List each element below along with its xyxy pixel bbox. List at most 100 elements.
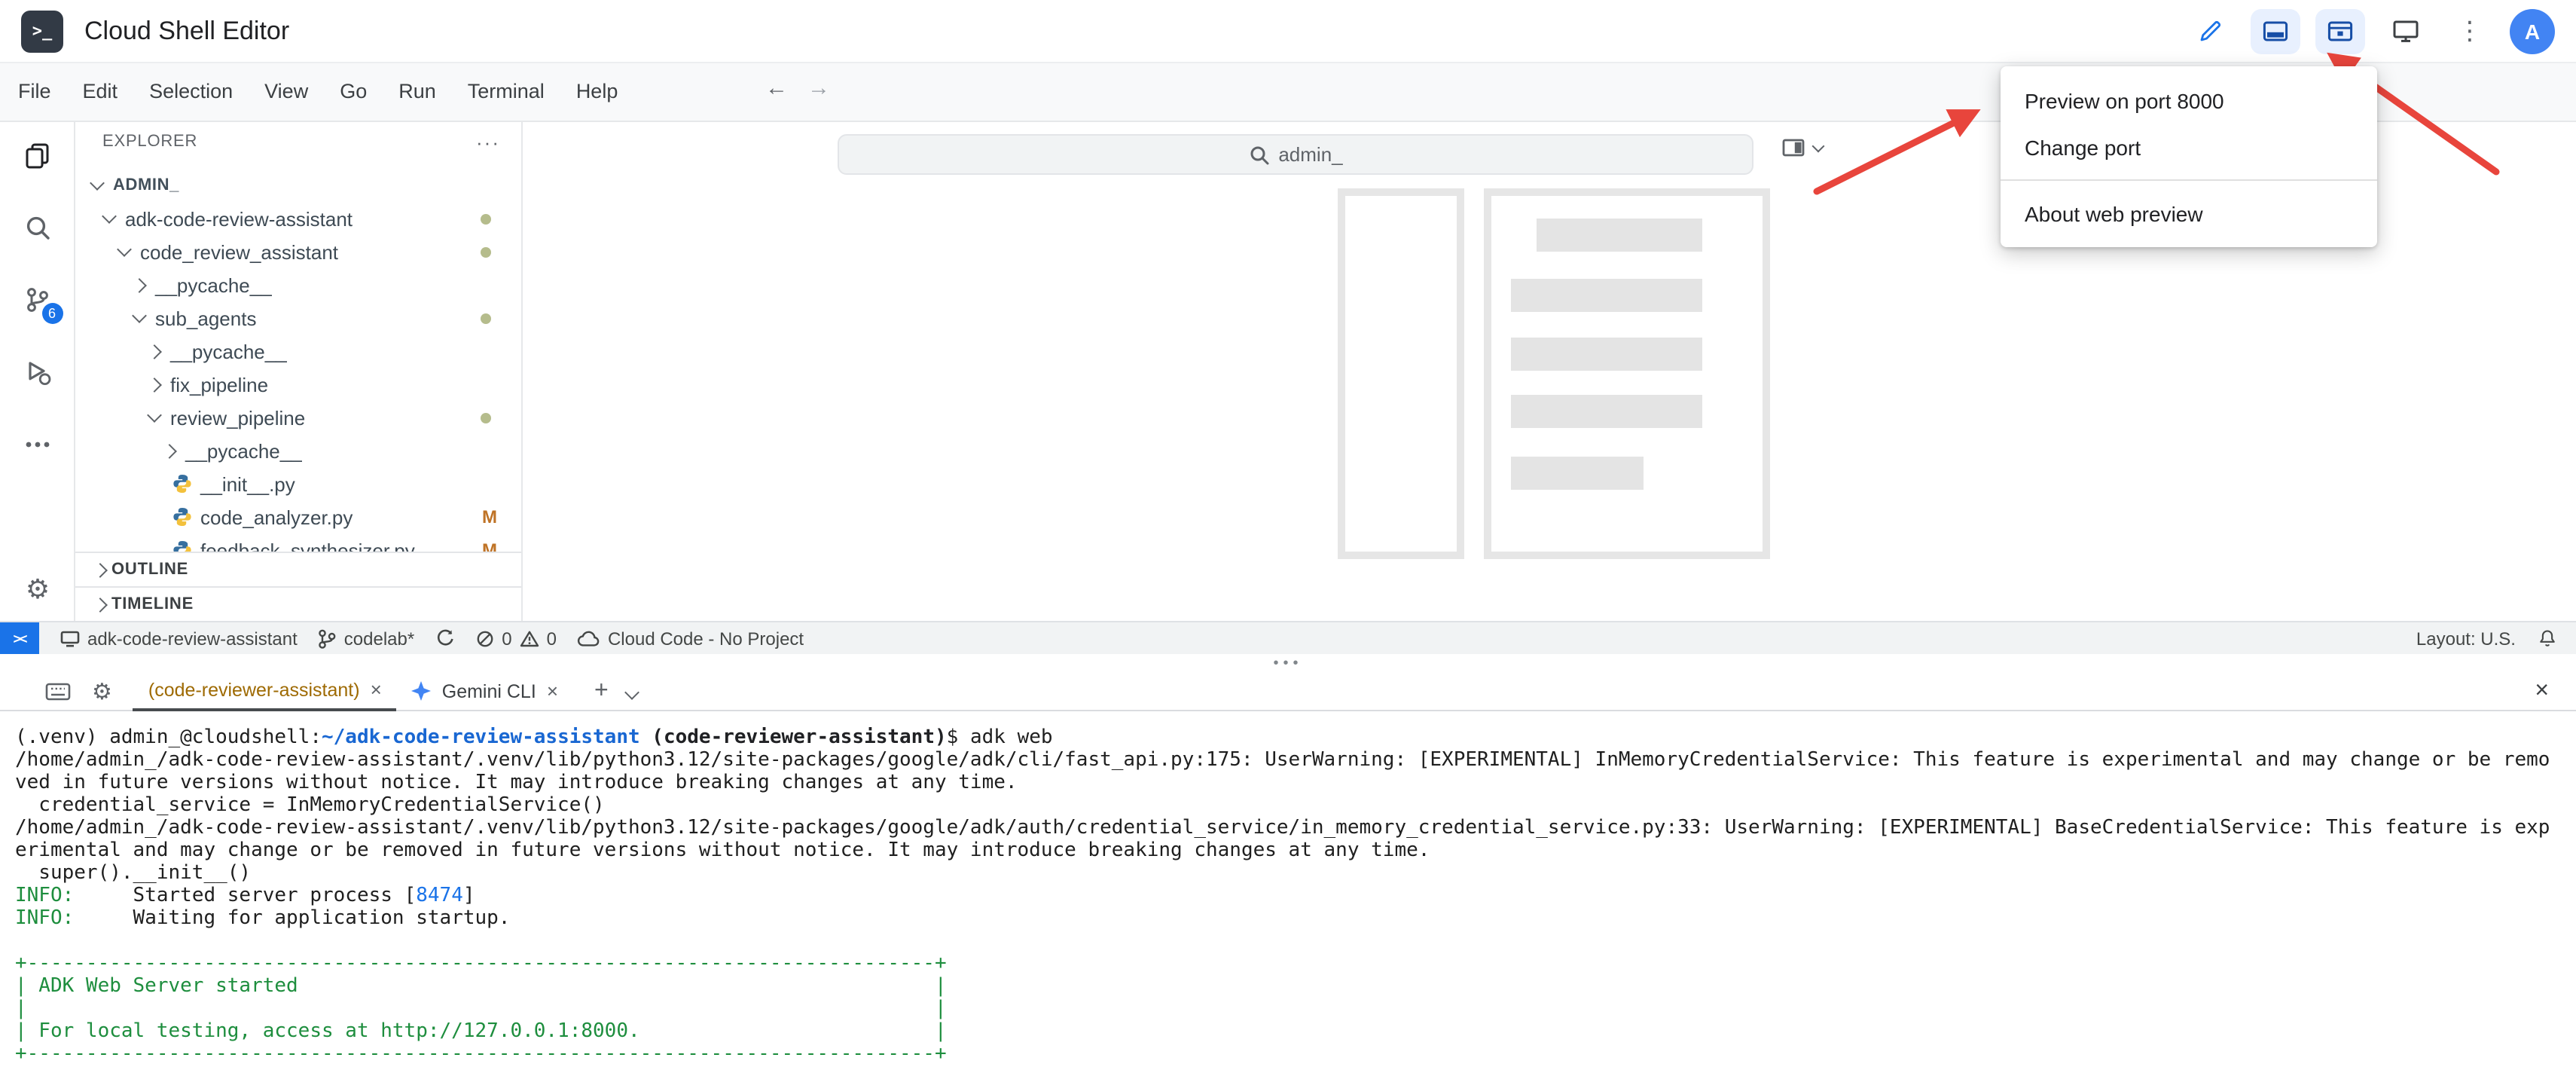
layout-icon xyxy=(1782,137,1806,158)
chevron-down-icon xyxy=(1812,139,1825,152)
statusbar-problems[interactable]: 0 0 xyxy=(476,628,557,649)
tree-item-pycache-2[interactable]: __pycache__ xyxy=(75,335,521,368)
placeholder-bar xyxy=(1537,219,1702,252)
editor-layout-icon[interactable] xyxy=(1782,137,1823,158)
statusbar-cloud-code[interactable]: Cloud Code - No Project xyxy=(578,628,804,649)
menu-go[interactable]: Go xyxy=(340,80,367,102)
status-bar: >< adk-code-review-assistant codelab* 0 … xyxy=(0,621,2576,654)
tree-item-sub-agents[interactable]: sub_agents xyxy=(75,301,521,335)
timeline-section[interactable]: TIMELINE xyxy=(75,586,521,621)
open-in-new-window-icon[interactable] xyxy=(2380,8,2430,53)
explorer-panel: EXPLORER ··· ADMIN_ adk-code-review-assi… xyxy=(75,121,523,621)
chevron-down-icon xyxy=(131,308,146,323)
python-file-icon xyxy=(172,540,193,552)
close-icon[interactable]: × xyxy=(371,678,382,701)
tree-item-code-review-assistant[interactable]: code_review_assistant xyxy=(75,235,521,268)
tree-item-root-admin[interactable]: ADMIN_ xyxy=(75,169,521,202)
menu-view[interactable]: View xyxy=(264,80,308,102)
explorer-files-icon[interactable] xyxy=(20,139,53,172)
cloud-shell-logo-icon: >_ xyxy=(21,10,63,52)
tree-item-fix-pipeline[interactable]: fix_pipeline xyxy=(75,368,521,401)
back-arrow-icon[interactable]: ← xyxy=(765,75,788,101)
source-control-badge: 6 xyxy=(41,303,63,324)
tree-item-pycache-3[interactable]: __pycache__ xyxy=(75,434,521,467)
search-value: admin_ xyxy=(1278,143,1342,166)
statusbar-sync-icon[interactable] xyxy=(435,628,455,648)
web-preview-icon[interactable] xyxy=(2315,8,2365,53)
chevron-down-icon xyxy=(116,242,131,257)
menu-item-change-port[interactable]: Change port xyxy=(2001,124,2377,170)
explorer-title: EXPLORER xyxy=(102,133,197,151)
terminal-tab-code-reviewer-assistant[interactable]: (code-reviewer-assistant) × xyxy=(133,671,397,711)
python-file-icon xyxy=(172,506,193,527)
search-icon[interactable] xyxy=(20,211,53,244)
tree-item-feedback-synthesizer-py[interactable]: feedback_synthesizer.py M xyxy=(75,533,521,552)
menu-file[interactable]: File xyxy=(18,80,51,102)
preview-placeholder-left-panel xyxy=(1338,188,1464,559)
run-debug-icon[interactable] xyxy=(20,356,53,389)
source-control-icon[interactable]: 6 xyxy=(20,283,53,316)
terminal-line: credential_service = InMemoryCredentialS… xyxy=(15,794,2576,817)
forward-arrow-icon[interactable]: → xyxy=(807,75,830,101)
tree-item-adk-code-review-assistant[interactable]: adk-code-review-assistant xyxy=(75,202,521,235)
terminal-output[interactable]: (.venv) admin_@cloudshell:~/adk-code-rev… xyxy=(0,711,2576,1079)
tree-item-init-py[interactable]: __init__.py xyxy=(75,467,521,500)
menu-item-preview-on-port[interactable]: Preview on port 8000 xyxy=(2001,77,2377,124)
panel-resize-handle[interactable]: ••• xyxy=(0,654,2576,672)
modified-dot xyxy=(481,413,491,423)
keyboard-icon[interactable] xyxy=(45,682,71,700)
sync-icon xyxy=(435,628,455,648)
menu-run[interactable]: Run xyxy=(398,80,436,102)
terminal-line: erimental and may change or be removed i… xyxy=(15,839,2576,862)
terminal-tab-gemini-cli[interactable]: Gemini CLI × xyxy=(397,671,573,711)
workspace-icon xyxy=(60,629,80,647)
cloud-icon xyxy=(578,629,600,647)
git-branch-icon xyxy=(319,628,337,649)
preview-placeholder-right-panel xyxy=(1484,188,1770,559)
statusbar-workspace[interactable]: adk-code-review-assistant xyxy=(60,628,298,649)
modified-dot xyxy=(481,313,491,324)
tree-item-review-pipeline[interactable]: review_pipeline xyxy=(75,401,521,434)
search-icon xyxy=(1248,144,1269,165)
modified-dot xyxy=(481,214,491,225)
chevron-right-icon xyxy=(146,377,161,392)
notifications-bell-icon[interactable] xyxy=(2537,628,2558,649)
top-bar: >_ Cloud Shell Editor ⋮ A xyxy=(0,0,2576,63)
menu-item-about-web-preview[interactable]: About web preview xyxy=(2001,190,2377,237)
explorer-more-actions-icon[interactable]: ··· xyxy=(476,130,500,153)
cloud-shell-editor-window: >_ Cloud Shell Editor ⋮ A File Edit Sele… xyxy=(0,0,2576,1079)
placeholder-bar xyxy=(1511,338,1702,371)
tree-item-pycache-1[interactable]: __pycache__ xyxy=(75,268,521,301)
prompt-command: $ adk web xyxy=(947,726,1053,749)
chevron-down-icon xyxy=(101,209,116,224)
menu-selection[interactable]: Selection xyxy=(149,80,233,102)
tree-item-code-analyzer-py[interactable]: code_analyzer.py M xyxy=(75,500,521,533)
close-icon[interactable]: × xyxy=(547,680,558,702)
terminal-dropdown-chevron-icon[interactable] xyxy=(627,677,637,705)
avatar[interactable]: A xyxy=(2510,8,2555,53)
terminal-info-line: INFO: Waiting for application startup. xyxy=(15,907,2576,930)
menu-edit[interactable]: Edit xyxy=(83,80,118,102)
prompt-project: (code-reviewer-assistant) xyxy=(640,726,947,749)
panel-close-icon[interactable]: × xyxy=(2535,677,2549,705)
search-input[interactable]: admin_ xyxy=(838,134,1753,175)
settings-gear-icon[interactable]: ⚙ xyxy=(0,574,75,606)
modified-badge: M xyxy=(482,540,497,552)
statusbar-branch[interactable]: codelab* xyxy=(319,628,414,649)
edit-pencil-icon[interactable] xyxy=(2186,8,2236,53)
more-tools-icon[interactable] xyxy=(20,428,53,461)
kebab-menu-icon[interactable]: ⋮ xyxy=(2445,8,2495,53)
placeholder-bar xyxy=(1511,279,1702,312)
topbar-actions: ⋮ A xyxy=(2186,0,2555,62)
remote-indicator[interactable]: >< xyxy=(0,622,39,655)
statusbar-layout[interactable]: Layout: U.S. xyxy=(2416,628,2516,649)
terminal-settings-gear-icon[interactable]: ⚙ xyxy=(92,677,112,705)
chevron-right-icon xyxy=(92,562,107,577)
menu-help[interactable]: Help xyxy=(576,80,618,102)
terminal-line: /home/admin_/adk-code-review-assistant/.… xyxy=(15,749,2576,772)
new-terminal-button[interactable]: + xyxy=(594,677,609,705)
outline-section[interactable]: OUTLINE xyxy=(75,552,521,586)
chevron-right-icon xyxy=(146,344,161,359)
menu-terminal[interactable]: Terminal xyxy=(468,80,545,102)
terminal-panel-icon[interactable] xyxy=(2251,8,2300,53)
